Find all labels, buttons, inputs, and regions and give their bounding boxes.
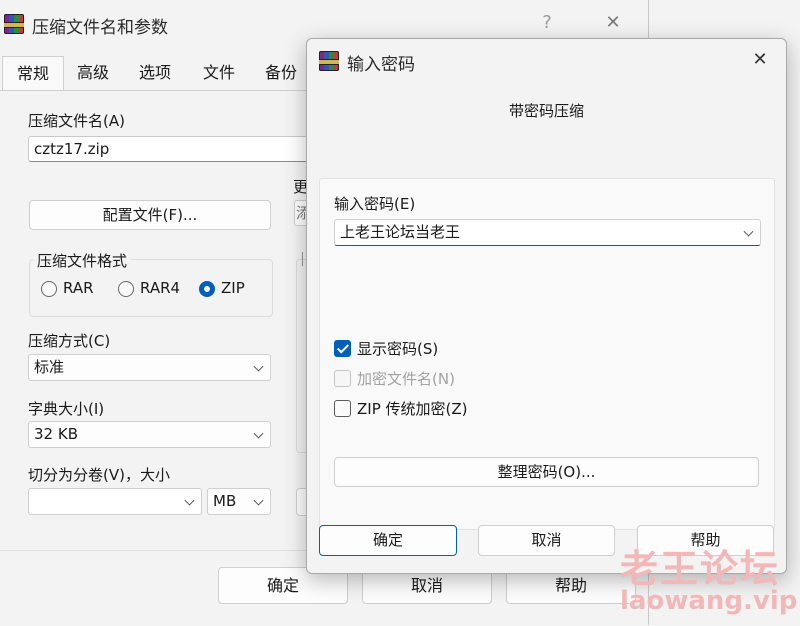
archive-name-input[interactable]: cztz17.zip	[28, 136, 310, 162]
archive-format-legend: 压缩文件格式	[33, 250, 132, 271]
zip-legacy-encryption-label[interactable]: ZIP 传统加密(Z)	[357, 398, 468, 419]
close-icon[interactable]: ✕	[596, 6, 630, 40]
encrypt-file-names-checkbox	[334, 370, 351, 387]
format-zip-radio[interactable]	[199, 281, 215, 297]
tab-bar: 常规 高级 选项 文件 备份	[0, 56, 310, 91]
chevron-down-icon	[253, 495, 264, 506]
format-rar-label[interactable]: RAR	[63, 279, 94, 297]
tab-general[interactable]: 常规	[2, 56, 64, 91]
profiles-button[interactable]: 配置文件(F)...	[29, 200, 271, 230]
compression-method-select[interactable]: 标准	[28, 354, 271, 381]
tab-files[interactable]: 文件	[190, 56, 248, 90]
dialog-subtitle: 带密码压缩	[508, 102, 584, 120]
show-password-label[interactable]: 显示密码(S)	[357, 338, 438, 359]
split-unit-value: MB	[213, 492, 237, 510]
winrar-icon	[4, 14, 24, 34]
dictionary-size-label: 字典大小(I)	[28, 400, 105, 418]
close-icon[interactable]: ✕	[743, 43, 777, 77]
organize-passwords-button[interactable]: 整理密码(O)...	[334, 457, 759, 487]
compression-method-value: 标准	[34, 358, 65, 376]
tab-options[interactable]: 选项	[126, 56, 184, 90]
dialog-ok-button[interactable]: 确定	[319, 525, 457, 556]
help-title-button[interactable]: ?	[530, 6, 564, 40]
split-volumes-label: 切分为分卷(V)，大小	[28, 466, 170, 484]
compression-method-label: 压缩方式(C)	[28, 332, 111, 350]
chevron-down-icon	[253, 361, 264, 372]
dialog-title: 输入密码	[347, 55, 415, 75]
chevron-down-icon	[253, 428, 264, 439]
password-dialog: 输入密码 ✕ 带密码压缩 输入密码(E) 上老王论坛当老王 显示密码(S) 加密…	[306, 38, 787, 574]
tab-divider	[0, 90, 310, 91]
dictionary-size-select[interactable]: 32 KB	[28, 421, 271, 448]
format-zip-label[interactable]: ZIP	[221, 279, 245, 297]
tab-advanced[interactable]: 高级	[64, 56, 122, 90]
zip-legacy-encryption-checkbox[interactable]	[334, 400, 351, 417]
dialog-help-button[interactable]: 帮助	[637, 525, 774, 556]
password-input[interactable]: 上老王论坛当老王	[334, 219, 761, 246]
password-value: 上老王论坛当老王	[340, 223, 461, 241]
format-rar-radio[interactable]	[41, 281, 57, 297]
dialog-cancel-button[interactable]: 取消	[478, 525, 615, 556]
chevron-down-icon	[184, 495, 195, 506]
window-title: 压缩文件名和参数	[32, 18, 168, 38]
split-unit-select[interactable]: MB	[207, 488, 271, 515]
archive-name-label: 压缩文件名(A)	[28, 112, 125, 130]
split-size-input[interactable]	[28, 488, 202, 515]
chevron-down-icon[interactable]	[743, 226, 754, 237]
enter-password-label: 输入密码(E)	[334, 195, 416, 213]
encrypt-file-names-label: 加密文件名(N)	[357, 370, 455, 388]
show-password-checkbox[interactable]	[334, 340, 351, 357]
dictionary-size-value: 32 KB	[34, 425, 78, 443]
winrar-icon	[319, 51, 339, 71]
tab-backup[interactable]: 备份	[254, 56, 308, 90]
format-rar4-radio[interactable]	[118, 281, 134, 297]
format-rar4-label[interactable]: RAR4	[140, 279, 180, 297]
